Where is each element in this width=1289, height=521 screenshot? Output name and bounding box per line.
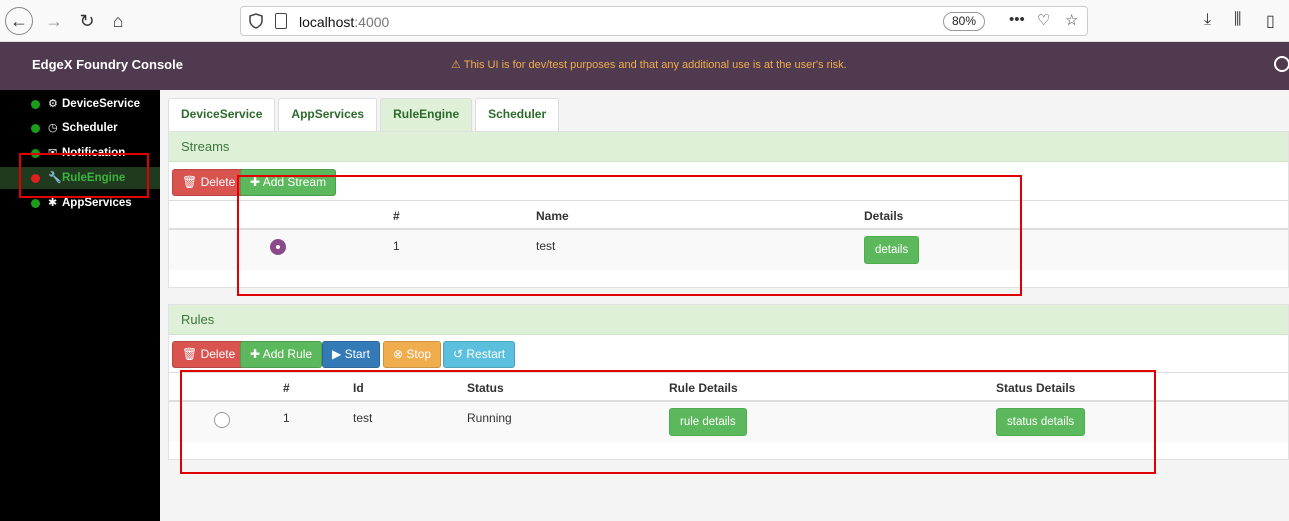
shield-icon: [249, 13, 263, 29]
tab-scheduler[interactable]: Scheduler: [475, 98, 560, 131]
start-rule-button[interactable]: ▶ Start: [322, 341, 380, 368]
tab-bar: DeviceService AppServices RuleEngine Sch…: [168, 98, 562, 131]
rules-title: Rules: [169, 305, 1288, 335]
annotation-box-rules: [180, 370, 1156, 474]
status-dot: [31, 100, 40, 109]
app-title[interactable]: EdgeX Foundry Console: [32, 57, 183, 72]
tab-deviceservice[interactable]: DeviceService: [168, 98, 276, 131]
url-text: localhost:4000: [299, 14, 390, 30]
sidebar-item-label: DeviceService: [62, 98, 141, 110]
downloads-icon[interactable]: ⤓: [1204, 11, 1211, 29]
delete-rule-button[interactable]: 🗑 Delete: [172, 341, 246, 368]
sidebar-item-label: Scheduler: [62, 122, 118, 134]
forward-icon[interactable]: →: [40, 7, 68, 35]
sidebar-item-scheduler[interactable]: ◷ Scheduler: [0, 117, 160, 139]
warning-banner: ⚠ This UI is for dev/test purposes and t…: [451, 59, 847, 71]
bookmark-star-icon[interactable]: ☆: [1065, 11, 1078, 29]
library-icon[interactable]: ⫼: [1234, 11, 1241, 29]
zoom-badge[interactable]: 80%: [943, 12, 985, 31]
url-bar[interactable]: localhost:4000 80% ••• ♡ ☆: [240, 6, 1088, 36]
gears-icon: ⚙: [48, 98, 58, 110]
home-icon[interactable]: ⌂: [104, 7, 132, 35]
add-rule-button[interactable]: ✚ Add Rule: [240, 341, 323, 368]
delete-stream-button[interactable]: 🗑 Delete: [172, 169, 246, 196]
annotation-box-streams: [237, 175, 1022, 296]
browser-toolbar: ← → ↻ ⌂ localhost:4000 80% ••• ♡ ☆ ⤓ ⫼ ▯: [0, 0, 1289, 42]
more-icon[interactable]: •••: [1009, 11, 1025, 28]
annotation-box-sidebar: [19, 153, 149, 198]
app-header: EdgeX Foundry Console ⚠ This UI is for d…: [0, 42, 1289, 90]
page-icon: [275, 13, 287, 29]
reload-icon[interactable]: ↻: [73, 7, 101, 35]
tab-appservices[interactable]: AppServices: [278, 98, 378, 131]
stop-rule-button[interactable]: ⊗ Stop: [383, 341, 442, 368]
clock-icon: ◷: [48, 122, 58, 134]
restart-rule-button[interactable]: ↺ Restart: [443, 341, 516, 368]
tab-ruleengine[interactable]: RuleEngine: [380, 98, 473, 131]
pocket-icon[interactable]: ♡: [1037, 11, 1050, 29]
status-dot: [31, 199, 40, 208]
user-icon[interactable]: [1274, 56, 1289, 72]
back-icon[interactable]: ←: [5, 7, 33, 35]
sidebar-toggle-icon[interactable]: ▯: [1266, 11, 1275, 31]
sidebar-item-label: AppServices: [62, 197, 132, 209]
sidebar-item-deviceservice[interactable]: ⚙ DeviceService: [0, 93, 160, 115]
status-dot: [31, 124, 40, 133]
streams-title: Streams: [169, 132, 1288, 162]
